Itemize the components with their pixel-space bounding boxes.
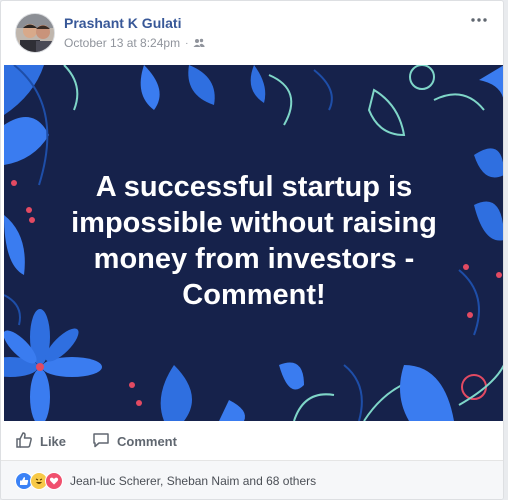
post-timestamp[interactable]: October 13 at 8:24pm <box>64 36 180 50</box>
post-media-text: A successful startup is impossible witho… <box>71 171 437 311</box>
comment-label: Comment <box>117 433 177 449</box>
feed-post: Prashant K Gulati October 13 at 8:24pm · <box>0 0 504 500</box>
avatar-photo <box>16 14 54 52</box>
reactions-summary[interactable]: Jean-luc Scherer, Sheban Naim and 68 oth… <box>70 474 316 488</box>
author-name[interactable]: Prashant K Gulati <box>64 15 181 31</box>
reaction-icons[interactable] <box>15 472 63 490</box>
comment-button[interactable]: Comment <box>92 430 177 452</box>
comment-bubble-icon <box>92 431 110 452</box>
more-options-icon[interactable] <box>467 11 491 29</box>
love-reaction-icon[interactable] <box>45 472 63 490</box>
author-avatar[interactable] <box>15 13 55 53</box>
post-actions: Like Comment <box>1 423 503 461</box>
post-meta: October 13 at 8:24pm · <box>64 36 205 50</box>
post-media-image[interactable]: A successful startup is impossible witho… <box>4 65 503 421</box>
like-button[interactable]: Like <box>15 430 66 452</box>
like-label: Like <box>40 433 67 449</box>
friends-icon[interactable] <box>193 37 205 49</box>
post-header: Prashant K Gulati October 13 at 8:24pm · <box>15 13 491 53</box>
thumbs-up-icon <box>15 431 33 452</box>
reactions-bar: Jean-luc Scherer, Sheban Naim and 68 oth… <box>1 461 503 499</box>
meta-separator: · <box>185 37 189 49</box>
